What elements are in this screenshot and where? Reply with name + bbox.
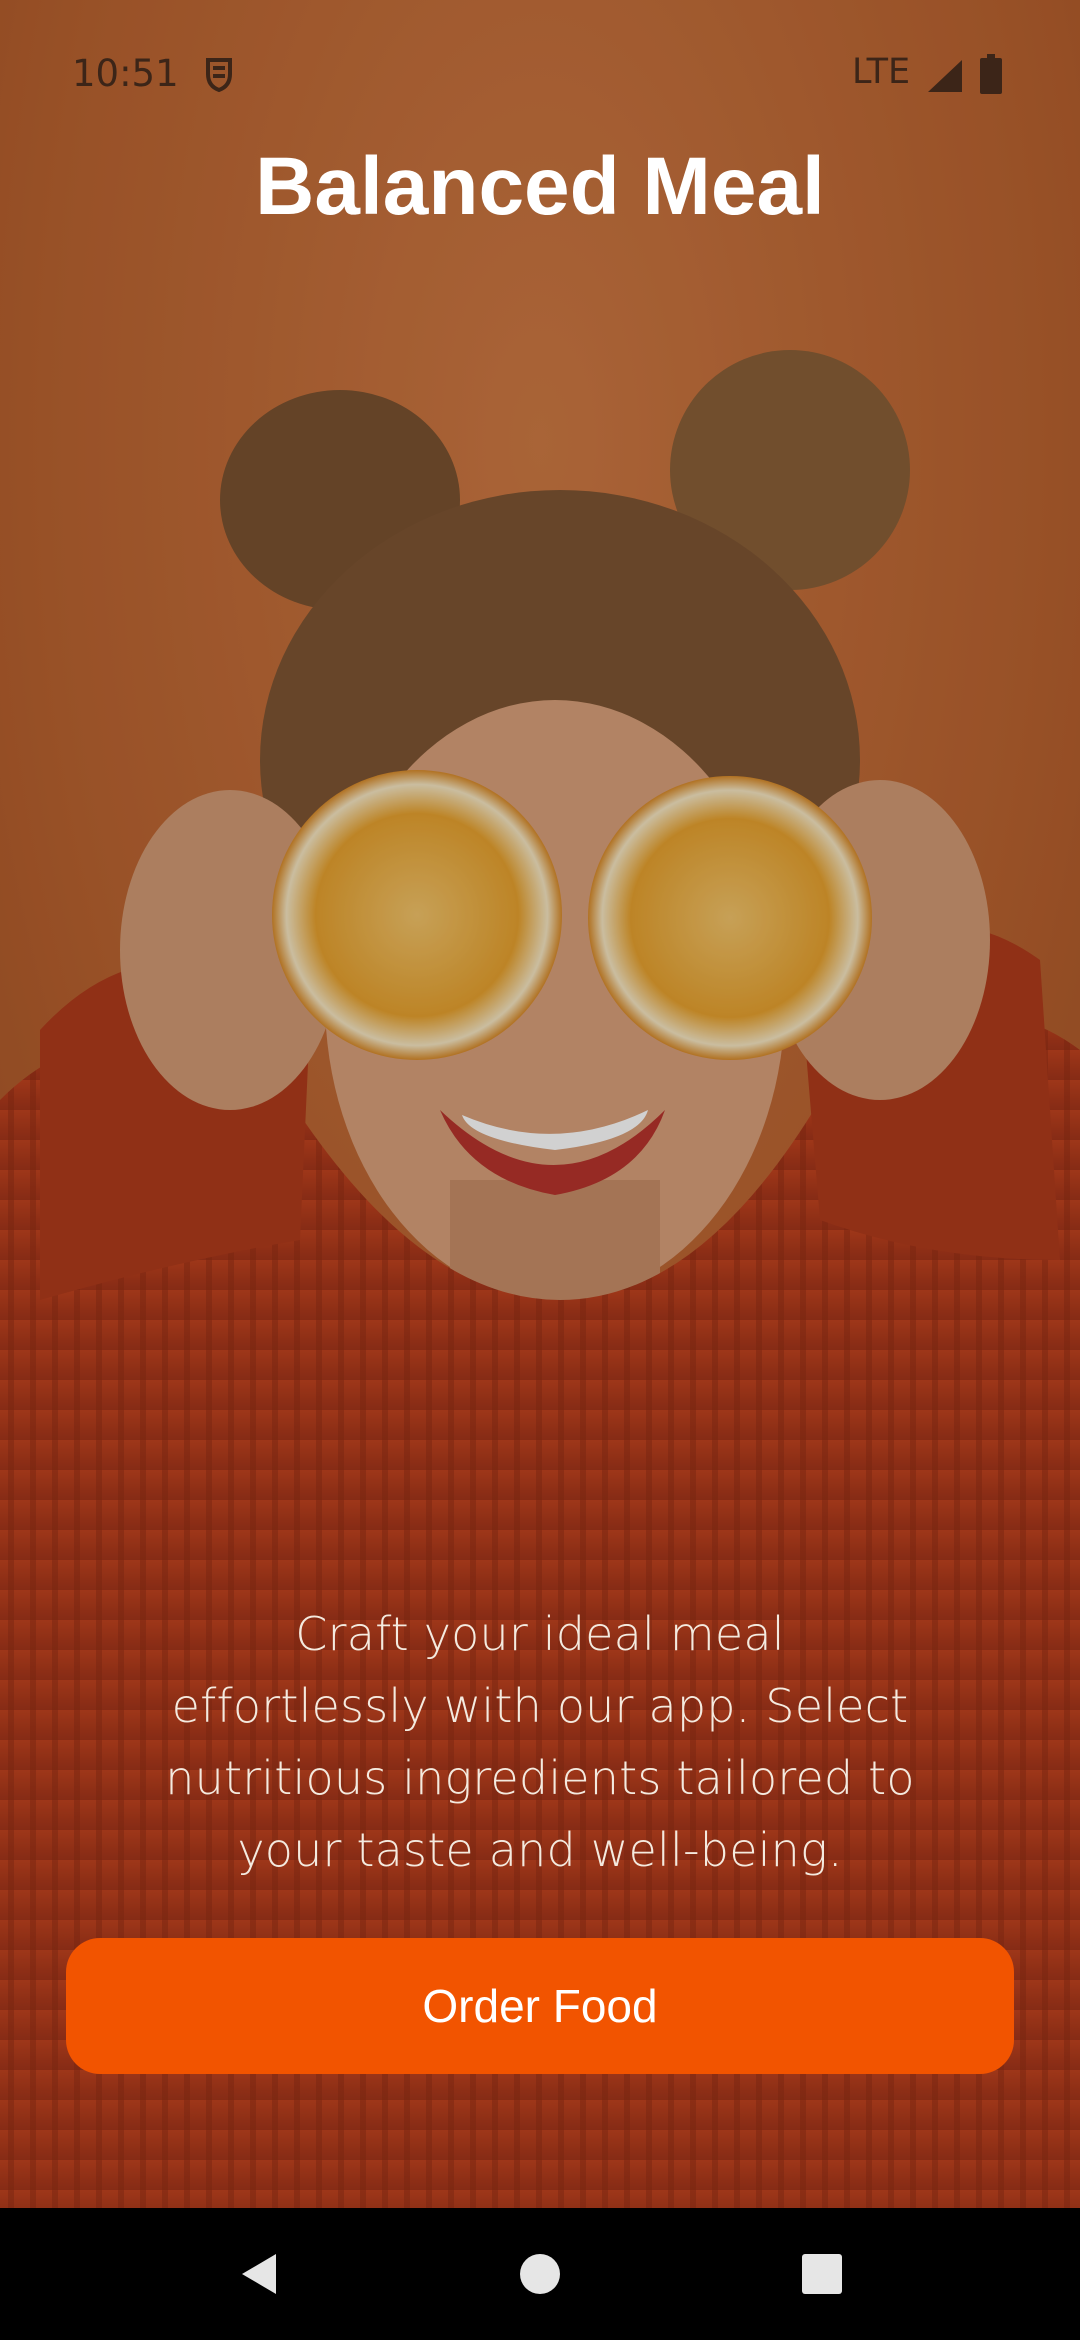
back-icon <box>242 2254 276 2294</box>
network-label: LTE <box>852 52 911 92</box>
home-button[interactable] <box>470 2208 610 2340</box>
signal-icon <box>928 60 962 92</box>
home-icon <box>520 2254 560 2294</box>
recents-icon <box>802 2254 842 2294</box>
recents-button[interactable] <box>752 2208 892 2340</box>
navigation-bar <box>0 2208 1080 2340</box>
status-time: 10:51 <box>72 52 179 95</box>
battery-icon <box>980 54 1002 94</box>
onboarding-screen: 10:51 LTE Balanced Meal Craft your ideal… <box>0 0 1080 2208</box>
back-button[interactable] <box>188 2208 328 2340</box>
order-food-button[interactable]: Order Food <box>66 1938 1014 2074</box>
notification-icon <box>206 58 232 93</box>
app-description: Craft your ideal meal effortlessly with … <box>165 1607 915 1877</box>
status-bar: 10:51 LTE <box>0 0 1080 150</box>
app-title: Balanced Meal <box>255 141 825 232</box>
